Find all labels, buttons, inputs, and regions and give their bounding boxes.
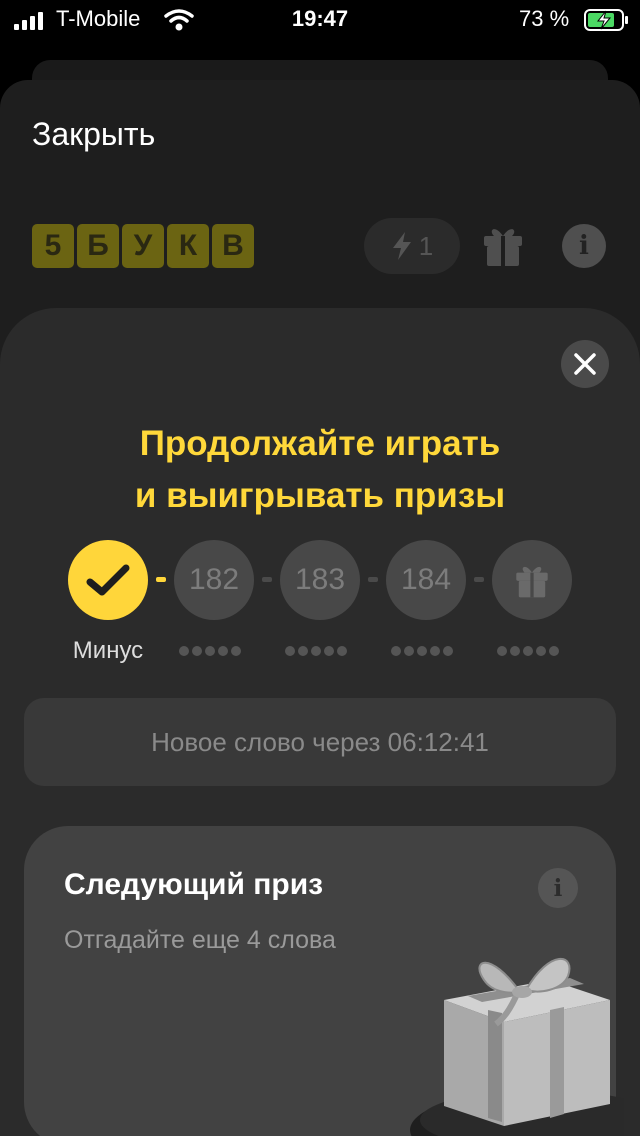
energy-counter[interactable]: 1 [364,218,460,274]
progress-step: 184 [386,540,466,620]
logo-tile: Б [77,224,119,268]
dialog-close-button[interactable] [561,340,609,388]
solved-word-label: Минус [72,637,144,664]
info-icon[interactable]: i [562,224,606,268]
next-prize-subtitle: Отгадайте еще 4 слова [64,926,336,954]
game-logo: 5 Б У К В [32,224,254,268]
gift-box-illustration [410,958,624,1136]
check-icon [86,564,130,596]
letter-dots [391,646,453,656]
progress-connector [474,577,484,582]
lightning-icon [392,232,411,260]
gift-icon[interactable] [480,222,526,268]
status-bar: T-Mobile 19:47 73 % [0,0,640,42]
letter-dots [179,646,241,656]
energy-count: 1 [418,230,434,261]
battery-percent: 73 % [519,6,570,31]
info-icon[interactable]: i [538,868,578,908]
logo-tile: 5 [32,224,74,268]
progress-step: 183 [280,540,360,620]
progress-step-done [68,540,148,620]
progress-step: 182 [174,540,254,620]
headline-line-1: Продолжайте играть [139,424,501,463]
letter-dots [497,646,559,656]
progress-step-gift [492,540,572,620]
progress-connector [156,577,166,582]
gift-icon [516,566,548,598]
logo-tile: У [122,224,164,268]
progress-connector [368,577,378,582]
letter-dots [285,646,347,656]
logo-tile: В [212,224,254,268]
close-link[interactable]: Закрыть [32,116,155,153]
next-word-timer: Новое слово через 06:12:41 [24,698,616,786]
battery-charging-icon [584,9,628,31]
progress-track: 182 183 184 [0,540,640,620]
next-prize-title: Следующий приз [64,868,324,901]
close-icon [574,353,596,375]
headline-line-2: и выигрывать призы [134,476,506,515]
progress-connector [262,577,272,582]
dialog-headline: Продолжайте играть и выигрывать призы [0,418,640,522]
logo-tile: К [167,224,209,268]
